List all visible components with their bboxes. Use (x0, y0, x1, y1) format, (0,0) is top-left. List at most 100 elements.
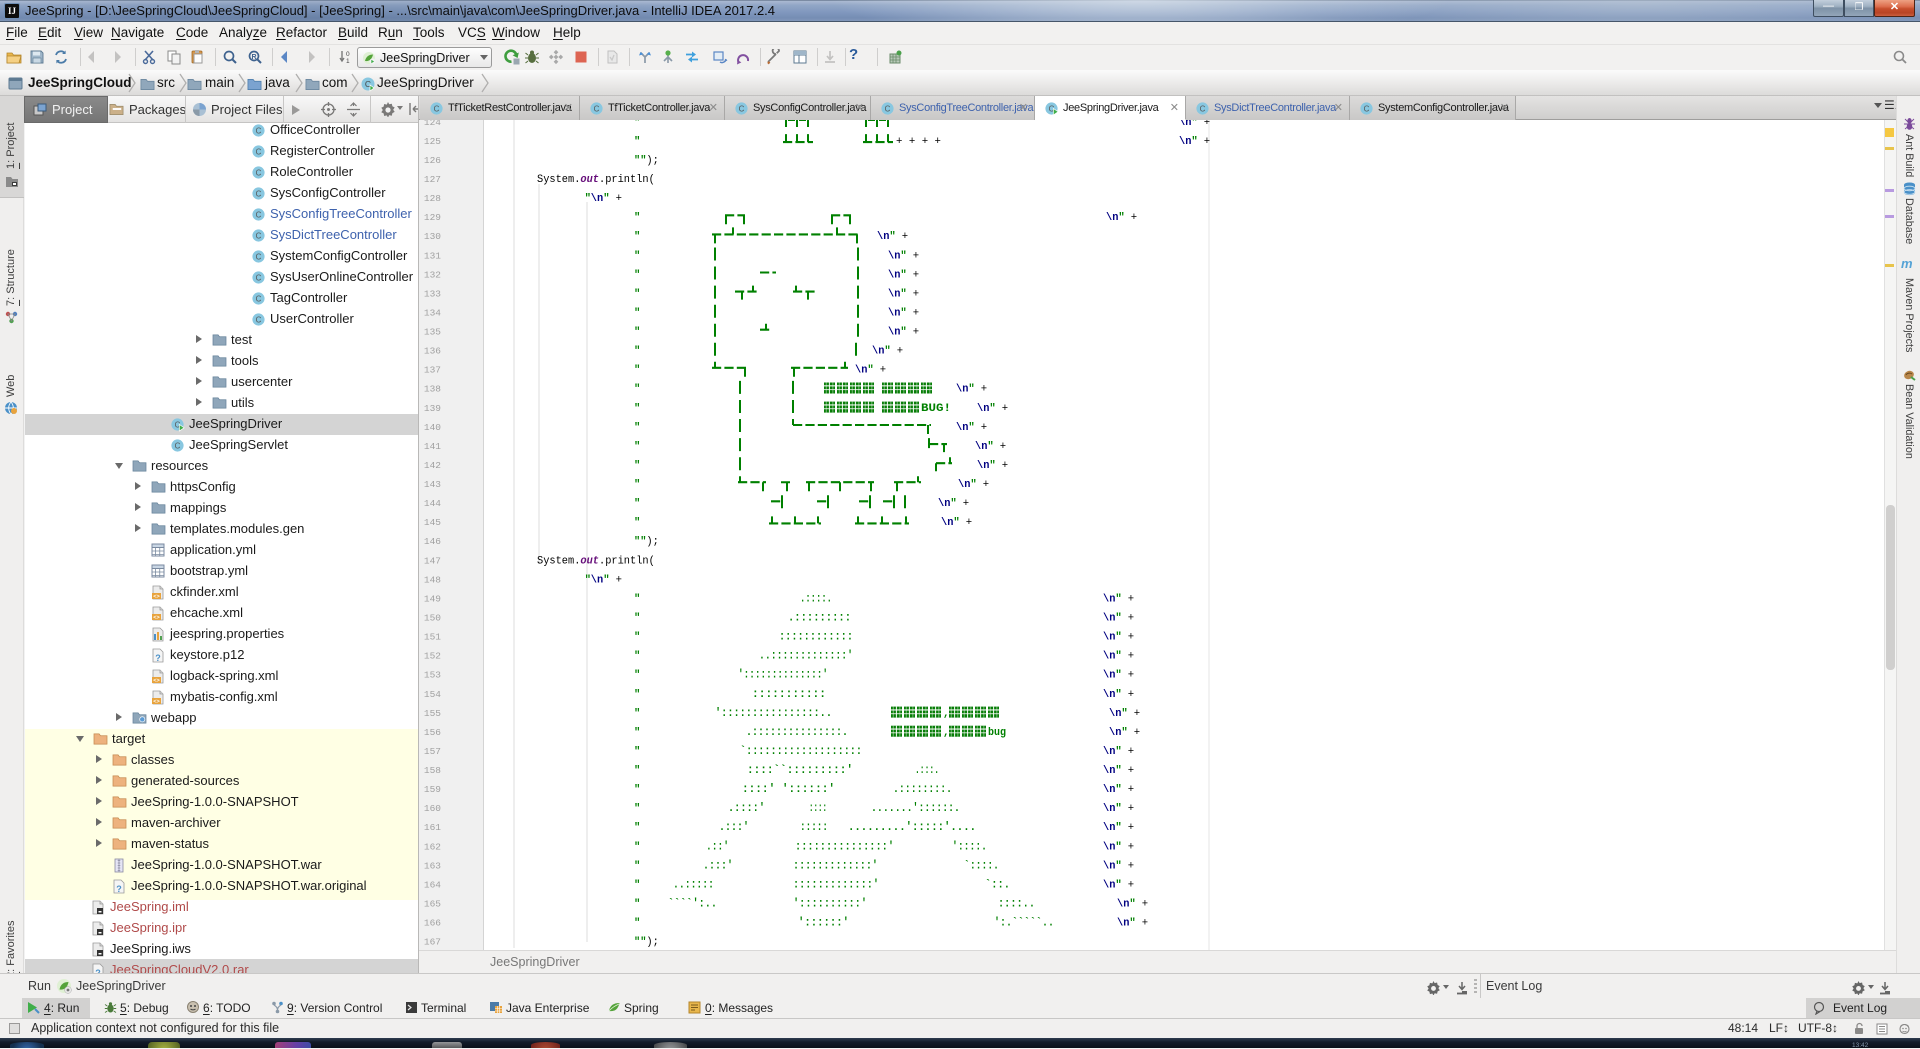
svg-text:\n: \n (1103, 841, 1115, 853)
svg-text:\n: \n (888, 250, 900, 262)
svg-text:146: 146 (424, 536, 441, 547)
svg-text:.......'::::::.: .......'::::::. (871, 801, 960, 815)
svg-text:138: 138 (424, 384, 441, 395)
svg-text:": " (634, 822, 640, 834)
svg-text:+: + (1128, 784, 1134, 796)
svg-text:": " (634, 784, 640, 796)
svg-text:144: 144 (424, 498, 441, 509)
svg-text:132: 132 (424, 269, 441, 280)
svg-text:149: 149 (424, 593, 441, 604)
svg-text:165: 165 (424, 899, 441, 910)
svg-text:": " (634, 860, 640, 872)
svg-text:\n: \n (975, 441, 987, 453)
svg-text:143: 143 (424, 479, 441, 490)
svg-text:164: 164 (424, 879, 441, 890)
svg-text:bug: bug (988, 727, 1006, 739)
svg-text:\n: \n (956, 422, 968, 434)
svg-text:\n: \n (1117, 899, 1129, 911)
svg-text:C: C (256, 126, 262, 135)
svg-text:<>: <> (153, 615, 159, 621)
svg-text:\n: \n (1179, 120, 1191, 129)
svg-text:": " (1121, 708, 1127, 720)
svg-text:.........':::::'....: .........':::::'.... (848, 820, 976, 834)
svg-text:": " (634, 327, 640, 339)
svg-text:+: + (1128, 689, 1134, 701)
svg-text:\n: \n (855, 365, 867, 377)
svg-text:);: ); (646, 155, 658, 167)
svg-text::::::::::::: ::::::::::: (752, 687, 826, 701)
svg-text:": " (634, 593, 640, 605)
svg-text:": " (634, 212, 640, 224)
svg-text::::::::::::::::': :::::::::::::::' (795, 839, 894, 853)
svg-text:": " (634, 803, 640, 815)
svg-text:\n: \n (977, 460, 989, 472)
svg-text:": " (634, 479, 640, 491)
svg-text:C: C (256, 210, 262, 219)
svg-text:131: 131 (424, 250, 441, 261)
svg-text:\n: \n (941, 517, 953, 529)
svg-text::::::::::::::': :::::::::::::' (793, 877, 879, 891)
svg-text:+: + (1128, 651, 1134, 663)
svg-text:145: 145 (424, 517, 441, 528)
svg-text:": " (968, 422, 974, 434)
svg-text:\n: \n (888, 308, 900, 320)
svg-text:+: + (1134, 708, 1140, 720)
svg-text:+: + (913, 269, 919, 281)
svg-text::::::::::::::': :::::::::::::' (793, 858, 878, 872)
svg-text:+: + (1128, 879, 1134, 891)
svg-text:C: C (175, 441, 181, 450)
svg-text:+: + (913, 288, 919, 300)
svg-text:": " (1115, 860, 1121, 872)
svg-text:": " (900, 327, 906, 339)
svg-text:\n: \n (1179, 136, 1191, 148)
svg-text:+: + (1131, 212, 1137, 224)
svg-text:": " (634, 346, 640, 358)
svg-text:+: + (1142, 918, 1148, 930)
svg-text:161: 161 (424, 822, 441, 833)
svg-text:156: 156 (424, 727, 441, 738)
svg-text:\n: \n (1103, 613, 1115, 625)
svg-text:": " (634, 422, 640, 434)
svg-text:\n: \n (888, 288, 900, 300)
svg-text:": " (634, 120, 640, 129)
svg-text:,: , (943, 708, 949, 720)
svg-text:": " (634, 727, 640, 739)
svg-text:": " (900, 269, 906, 281)
svg-text:": " (1115, 765, 1121, 777)
svg-text:\n: \n (888, 269, 900, 281)
svg-text:\n: \n (1103, 632, 1115, 644)
svg-text:": " (900, 250, 906, 262)
svg-text:162: 162 (424, 841, 441, 852)
svg-text:+: + (1128, 822, 1134, 834)
svg-text:": " (1129, 918, 1135, 930)
svg-text:+: + (1000, 441, 1006, 453)
svg-text:::::``:::::::::': ::::``:::::::::' (747, 763, 853, 777)
svg-text:": " (634, 708, 640, 720)
svg-text:C: C (739, 104, 745, 113)
svg-text:": " (1115, 746, 1121, 758)
svg-text:+: + (913, 308, 919, 320)
svg-text:166: 166 (424, 918, 441, 929)
svg-text:.:::::::::: .::::::::: (788, 611, 851, 625)
svg-text:": " (634, 613, 640, 625)
svg-text:\n: \n (1109, 727, 1121, 739)
svg-text:"": "" (634, 937, 646, 949)
svg-text:150: 150 (424, 613, 441, 624)
svg-text:::::: :::: (809, 801, 827, 815)
svg-text:?: ? (155, 653, 161, 663)
svg-text:+: + (1128, 765, 1134, 777)
svg-text:.println(: .println( (599, 555, 655, 567)
svg-text:..:::::::::::::': ..:::::::::::::' (759, 649, 853, 663)
svg-text:\n: \n (872, 346, 884, 358)
svg-text:\n: \n (591, 193, 603, 205)
svg-text:'::::::::::': '::::::::::' (793, 897, 867, 911)
svg-text:+: + (616, 193, 622, 205)
svg-text:": " (634, 765, 640, 777)
svg-text:": " (1115, 822, 1121, 834)
svg-text:1: 1 (346, 58, 350, 65)
svg-text:.println(: .println( (599, 174, 655, 186)
svg-text:C: C (256, 147, 262, 156)
svg-text:151: 151 (424, 632, 441, 643)
svg-text:\n: \n (1103, 689, 1115, 701)
svg-text:\n: \n (1103, 651, 1115, 663)
